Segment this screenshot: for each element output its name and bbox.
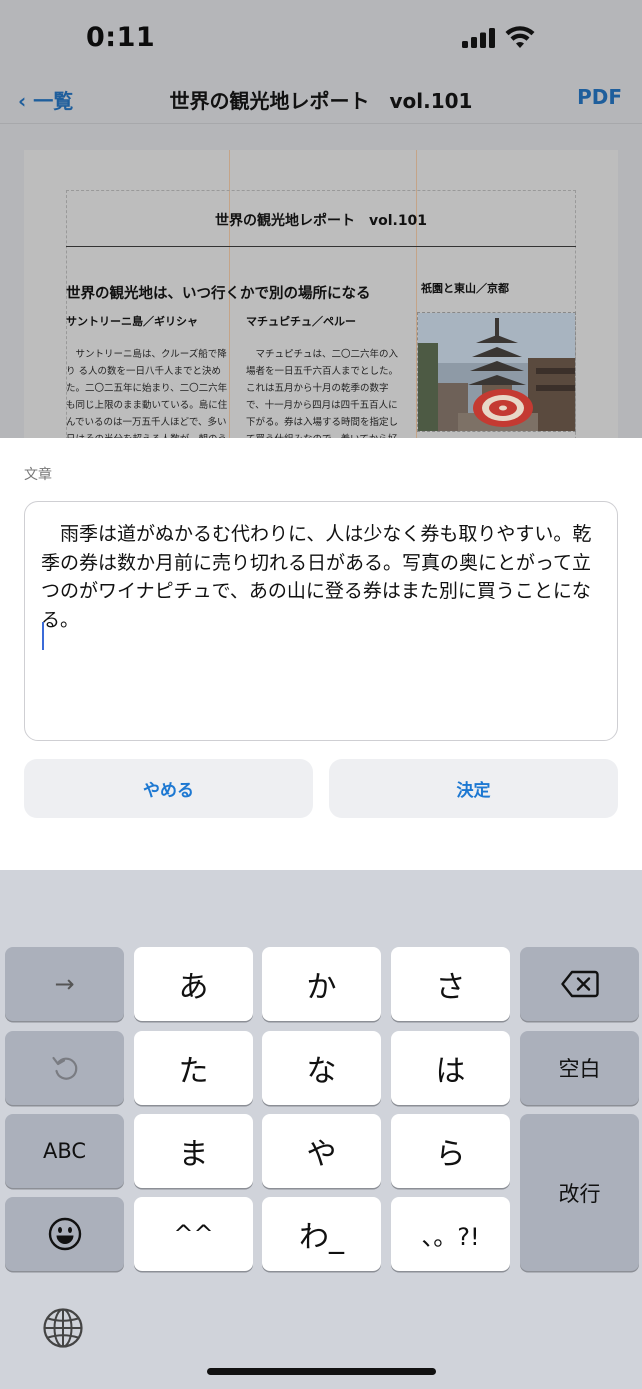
- undo-icon: [51, 1056, 77, 1080]
- key-na[interactable]: な: [262, 1031, 381, 1105]
- confirm-button[interactable]: 決定: [329, 759, 618, 818]
- document-title: 世界の観光地レポート vol.101: [214, 213, 428, 229]
- home-indicator[interactable]: [207, 1368, 436, 1375]
- key-ma[interactable]: ま: [134, 1114, 253, 1188]
- title-divider: [66, 246, 576, 247]
- column2-body[interactable]: マチュピチュは、二〇二六年の入 場者を一日五千六百人までとした。 これは五月から…: [246, 346, 408, 448]
- key-ka[interactable]: か: [262, 947, 381, 1021]
- wifi-icon: [505, 26, 535, 48]
- cancel-button[interactable]: やめる: [24, 759, 313, 818]
- key-punctuation[interactable]: 、。?!: [391, 1197, 510, 1271]
- text-edit-sheet: 文章 雨季は道がぬかるむ代わりに、人は少なく券も取りやすい。乾季の券は数か月前に…: [0, 438, 642, 870]
- globe-icon[interactable]: [42, 1307, 84, 1349]
- side-heading[interactable]: 祇園と東山／京都: [421, 280, 509, 296]
- text-caret: [42, 622, 44, 650]
- key-emoji[interactable]: [5, 1197, 124, 1271]
- column1-heading[interactable]: サントリーニ島／ギリシャ: [66, 313, 198, 329]
- cellular-signal-icon: [462, 28, 495, 48]
- column1-body[interactable]: サントリーニ島は、クルーズ船で降り る人の数を一日八千人までと決め た。二〇二五…: [66, 346, 228, 448]
- document-preview-background: 0:11 ‹ 一覧 世界の観光地レポート vol.101 PDF 世界の観光地レ…: [0, 0, 642, 450]
- key-arrow-right[interactable]: →: [5, 947, 124, 1021]
- key-return[interactable]: 改行: [520, 1114, 639, 1271]
- key-wa[interactable]: わ_: [262, 1197, 381, 1271]
- backspace-icon: [560, 970, 599, 998]
- text-input-value: 雨季は道がぬかるむ代わりに、人は少なく券も取りやすい。乾季の券は数か月前に売り切…: [41, 523, 592, 631]
- key-ta[interactable]: た: [134, 1031, 253, 1105]
- status-time: 0:11: [86, 22, 156, 53]
- status-bar: 0:11: [0, 0, 642, 72]
- text-input-area[interactable]: 雨季は道がぬかるむ代わりに、人は少なく券も取りやすい。乾季の券は数か月前に売り切…: [24, 501, 618, 741]
- emoji-icon: [48, 1217, 81, 1251]
- key-abc[interactable]: ABC: [5, 1114, 124, 1188]
- key-a[interactable]: あ: [134, 947, 253, 1021]
- key-kaomoji[interactable]: ^^: [134, 1197, 253, 1271]
- key-space[interactable]: 空白: [520, 1031, 639, 1105]
- key-ya[interactable]: や: [262, 1114, 381, 1188]
- key-sa[interactable]: さ: [391, 947, 510, 1021]
- column2-heading[interactable]: マチュピチュ／ペルー: [246, 313, 356, 329]
- kyoto-pagoda-photo[interactable]: [417, 312, 576, 432]
- pagoda-photo-image: [418, 313, 575, 431]
- key-ra[interactable]: ら: [391, 1114, 510, 1188]
- page-title: 世界の観光地レポート vol.101: [169, 89, 473, 113]
- navigation-bar: ‹ 一覧 世界の観光地レポート vol.101 PDF: [0, 72, 642, 124]
- key-ha[interactable]: は: [391, 1031, 510, 1105]
- pdf-button[interactable]: PDF: [577, 85, 622, 109]
- key-undo[interactable]: [5, 1031, 124, 1105]
- document-page: 世界の観光地レポート vol.101 世界の観光地は、いつ行くかで別の場所になる…: [24, 150, 618, 450]
- document-headline[interactable]: 世界の観光地は、いつ行くかで別の場所になる: [66, 282, 371, 303]
- field-label: 文章: [24, 467, 52, 483]
- key-backspace[interactable]: [520, 947, 639, 1021]
